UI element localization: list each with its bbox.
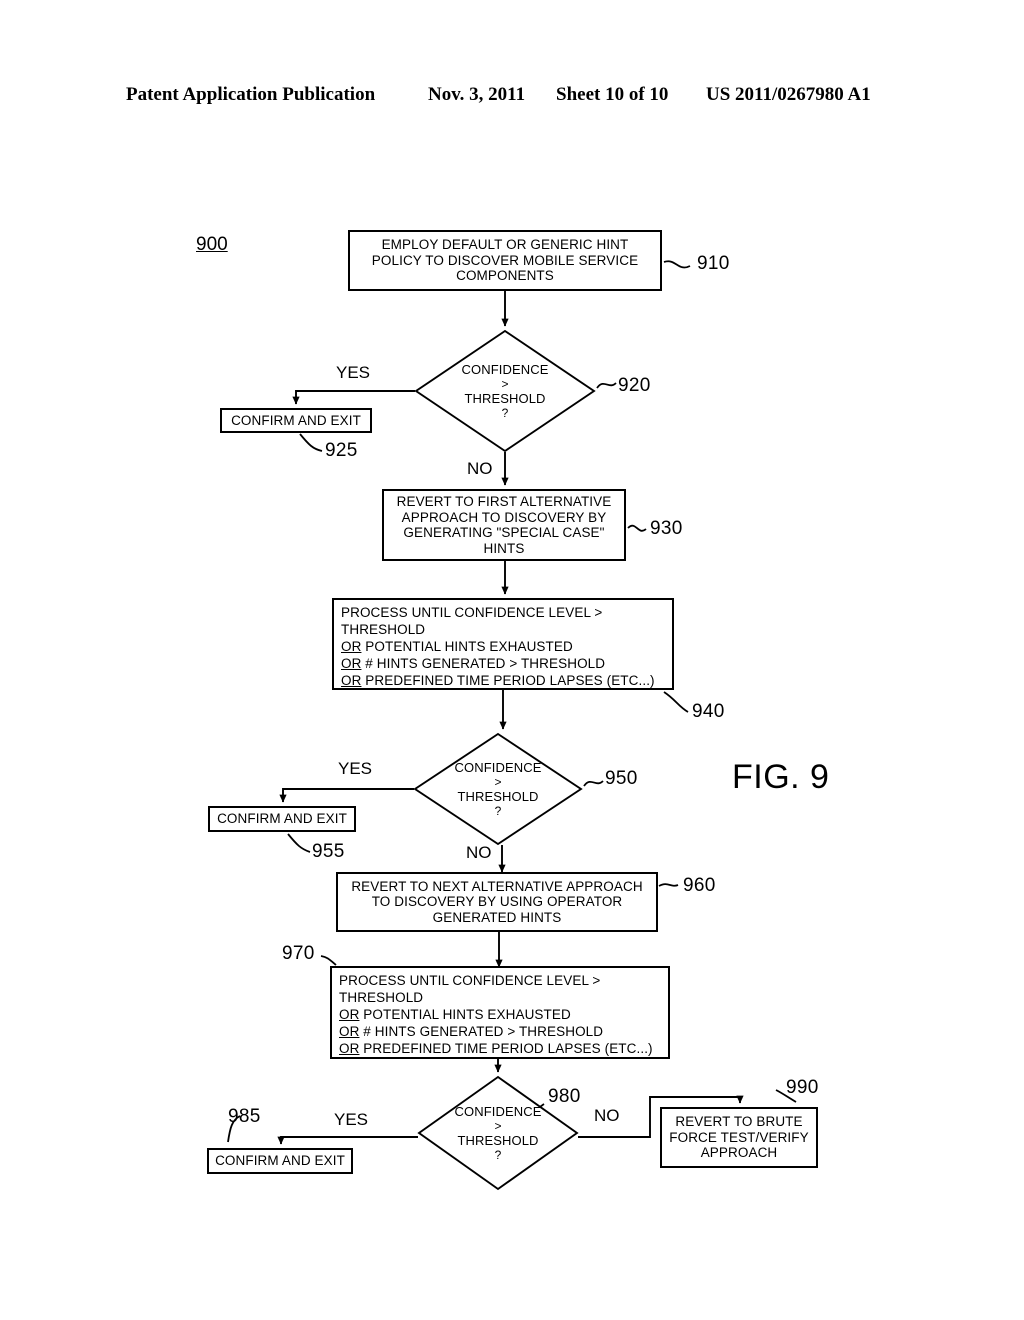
process-node-940-line4: # HINTS GENERATED > THRESHOLD [361,656,606,671]
edge-label-yes-950: YES [338,759,373,778]
process-node-990-line3: APPROACH [700,1145,778,1161]
process-node-960-line1: REVERT TO NEXT ALTERNATIVE APPROACH [351,878,643,894]
process-node-990-line1: REVERT TO BRUTE [675,1114,803,1130]
decision-node-920: CONFIDENCE > THRESHOLD ? [414,329,596,453]
process-node-930-line2: APPROACH TO DISCOVERY BY [401,509,607,525]
process-node-910: EMPLOY DEFAULT OR GENERIC HINT POLICY TO… [348,230,662,291]
process-node-910-line1: EMPLOY DEFAULT OR GENERIC HINT [381,237,629,253]
process-node-910-line3: COMPONENTS [456,268,554,284]
process-node-930: REVERT TO FIRST ALTERNATIVE APPROACH TO … [382,489,626,561]
process-node-940: PROCESS UNTIL CONFIDENCE LEVEL > THRESHO… [332,598,674,690]
reference-label-960: 960 [683,875,716,896]
flowchart-figure: 900 FIG. 9 EMPLOY DEFAULT OR GENERIC HIN… [0,0,1024,1320]
terminal-node-955: CONFIRM AND EXIT [208,806,356,832]
edge-label-yes-920: YES [336,363,371,382]
process-node-970-line4: # HINTS GENERATED > THRESHOLD [359,1024,604,1039]
process-node-930-line1: REVERT TO FIRST ALTERNATIVE [396,494,612,509]
process-node-970: PROCESS UNTIL CONFIDENCE LEVEL > THRESHO… [330,966,670,1059]
process-node-960: REVERT TO NEXT ALTERNATIVE APPROACH TO D… [336,872,658,932]
decision-node-980-line4: ? [494,1148,502,1162]
decision-node-920-line2: > [501,377,509,391]
reference-label-930: 930 [650,518,683,539]
decision-node-920-line4: ? [501,406,509,420]
process-node-940-line3-or: OR [341,639,362,654]
process-node-990-line2: FORCE TEST/VERIFY [669,1129,809,1145]
decision-node-920-line1: CONFIDENCE [461,362,549,377]
terminal-node-955-label: CONFIRM AND EXIT [217,811,347,827]
process-node-990: REVERT TO BRUTE FORCE TEST/VERIFY APPROA… [660,1107,818,1168]
reference-label-990: 990 [786,1077,819,1098]
process-node-960-line3: GENERATED HINTS [432,909,562,925]
decision-node-950-line1: CONFIDENCE [454,760,542,775]
process-node-970-line3-or: OR [339,1007,360,1022]
reference-label-955: 955 [312,841,345,862]
process-node-930-line3: GENERATING "SPECIAL CASE" [403,525,605,540]
process-node-970-line1: PROCESS UNTIL CONFIDENCE LEVEL > [339,973,601,988]
terminal-node-985: CONFIRM AND EXIT [207,1148,353,1174]
reference-label-925: 925 [325,440,358,461]
process-node-970-line5: PREDEFINED TIME PERIOD LAPSES (ETC...) [359,1041,653,1056]
process-node-930-line4: HINTS [483,540,525,556]
process-node-940-line3: POTENTIAL HINTS EXHAUSTED [361,639,573,654]
decision-node-980-line1: CONFIDENCE [454,1104,542,1119]
process-node-970-line3: POTENTIAL HINTS EXHAUSTED [359,1007,571,1022]
reference-label-910: 910 [697,253,730,274]
decision-node-950-line2: > [494,775,502,789]
edge-label-no-950: NO [466,843,492,862]
process-node-970-line2: THRESHOLD [339,990,424,1005]
reference-label-970: 970 [282,943,315,964]
process-node-960-line2: TO DISCOVERY BY USING OPERATOR [371,894,623,910]
process-node-940-line5: PREDEFINED TIME PERIOD LAPSES (ETC...) [361,673,655,688]
reference-label-920: 920 [618,375,651,396]
reference-label-950: 950 [605,768,638,789]
terminal-node-985-label: CONFIRM AND EXIT [215,1153,345,1169]
figure-caption: FIG. 9 [732,758,830,796]
reference-label-980: 980 [548,1086,581,1107]
process-node-940-line4-or: OR [341,656,362,671]
decision-node-950-line3: THRESHOLD [457,789,539,804]
decision-node-980-line3: THRESHOLD [457,1133,539,1148]
process-node-940-line1: PROCESS UNTIL CONFIDENCE LEVEL > [341,605,603,620]
process-node-940-line2: THRESHOLD [341,622,426,637]
process-node-910-line2: POLICY TO DISCOVER MOBILE SERVICE [371,252,639,268]
reference-label-985: 985 [228,1106,261,1127]
edge-label-no-920: NO [467,459,493,478]
reference-label-940: 940 [692,701,725,722]
decision-node-920-line3: THRESHOLD [464,391,546,406]
figure-flow-id: 900 [196,234,228,255]
edge-label-yes-980: YES [334,1110,369,1129]
terminal-node-925-label: CONFIRM AND EXIT [231,412,361,428]
process-node-970-line5-or: OR [339,1041,360,1056]
decision-node-980-line2: > [494,1119,502,1133]
edge-label-no-980: NO [594,1106,620,1125]
decision-node-950: CONFIDENCE > THRESHOLD ? [413,732,583,846]
process-node-940-line5-or: OR [341,673,362,688]
terminal-node-925: CONFIRM AND EXIT [220,408,372,433]
process-node-970-line4-or: OR [339,1024,360,1039]
decision-node-950-line4: ? [494,804,502,818]
